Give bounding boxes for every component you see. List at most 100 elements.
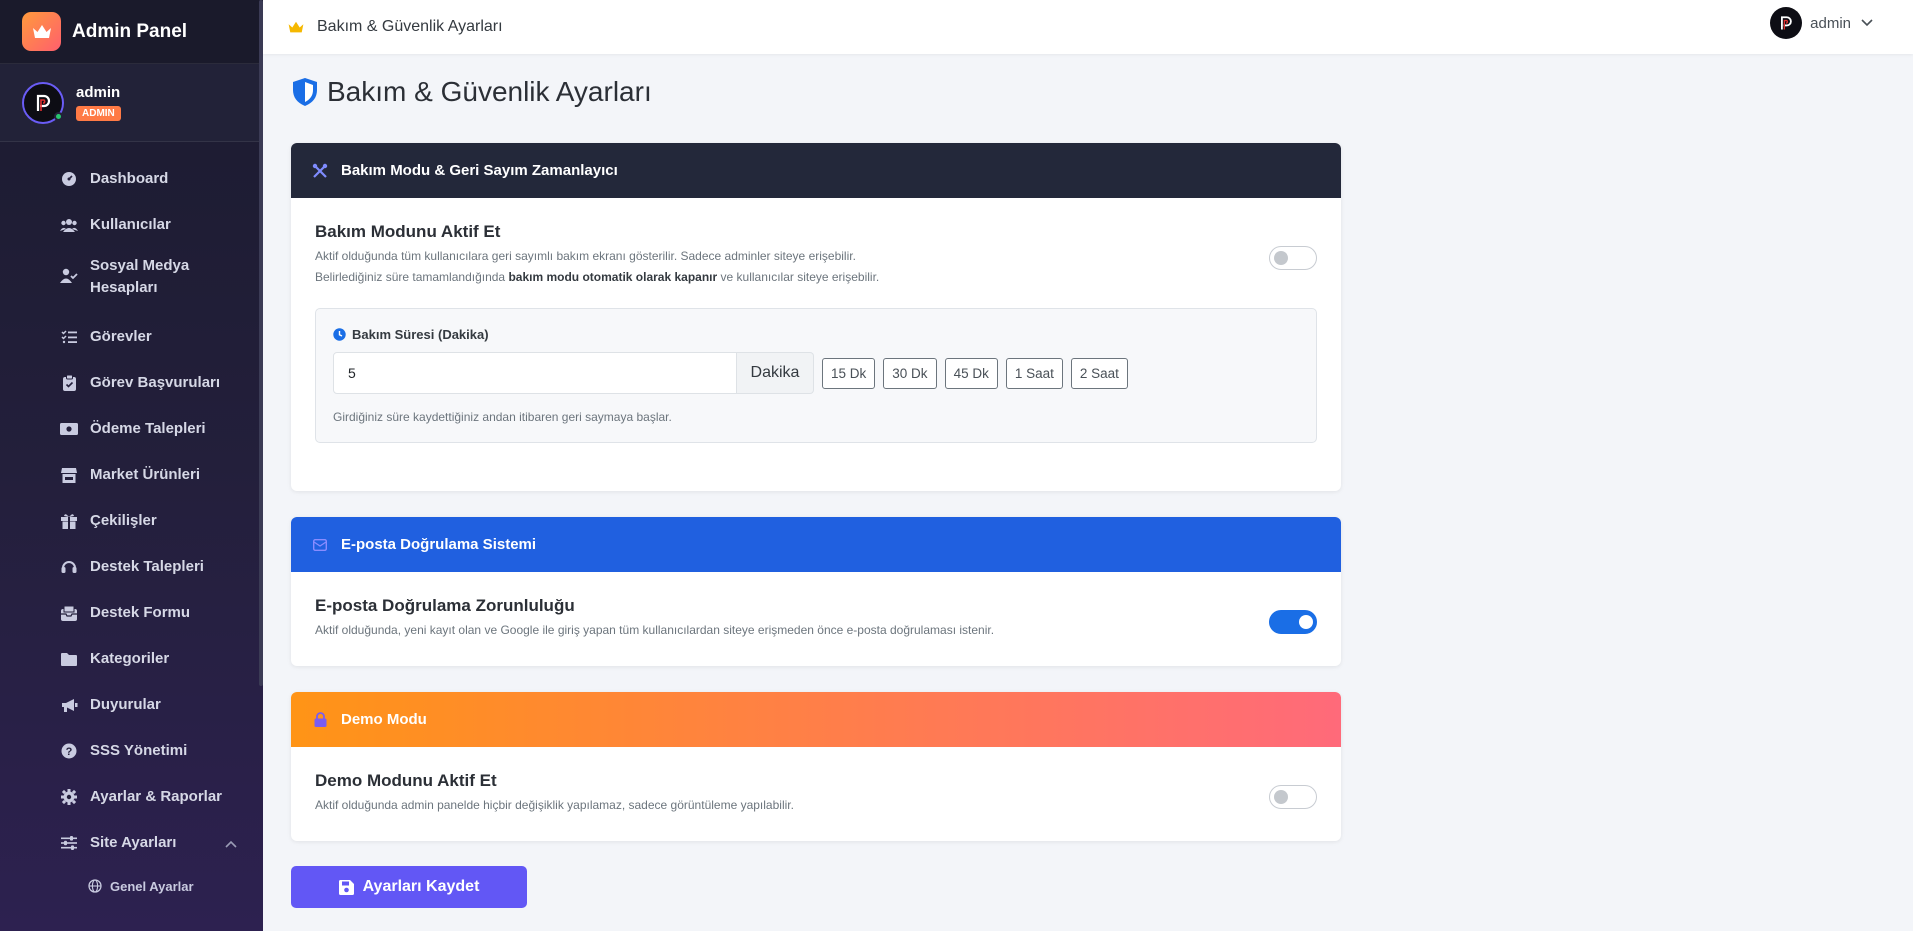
gift-icon: [60, 512, 78, 530]
page-title: Bakım & Güvenlik Ayarları: [291, 76, 652, 108]
email-verification-toggle[interactable]: [1269, 610, 1317, 634]
duration-label: Bakım Süresi (Dakika): [333, 327, 1299, 342]
main-content: Bakım & Güvenlik Ayarları Bakım Modu & G…: [263, 54, 1913, 931]
user-menu[interactable]: admin: [1770, 7, 1873, 39]
sidebar-subitem-general-settings[interactable]: Genel Ayarlar: [0, 866, 263, 906]
sidebar-item-label: Kullanıcılar: [90, 216, 171, 233]
dashboard-icon: [60, 170, 78, 188]
sidebar-item-dashboard[interactable]: Dashboard: [0, 156, 263, 202]
maintenance-card-title: Bakım Modu & Geri Sayım Zamanlayıcı: [341, 162, 618, 179]
duration-label-text: Bakım Süresi (Dakika): [352, 327, 489, 342]
tools-icon: [311, 163, 329, 179]
email-verification-setting-title: E-posta Doğrulama Zorunluluğu: [315, 596, 575, 615]
sliders-icon: [60, 834, 78, 852]
demo-mode-card-body: Demo Modunu Aktif Et Aktif olduğunda adm…: [291, 747, 1341, 836]
preset-button-60[interactable]: 1 Saat: [1005, 357, 1063, 389]
desc-text: ve kullanıcılar siteye erişebilir.: [717, 270, 880, 284]
user-check-icon: [60, 267, 78, 285]
sidebar-item-faq[interactable]: ? SSS Yönetimi: [0, 728, 263, 774]
sidebar-item-label: Kategoriler: [90, 650, 170, 667]
avatar[interactable]: [22, 81, 64, 124]
sidebar-item-categories[interactable]: Kategoriler: [0, 636, 263, 682]
chevron-up-icon: [225, 835, 237, 852]
preset-button-15[interactable]: 15 Dk: [822, 357, 876, 389]
maintenance-card: Bakım Modu & Geri Sayım Zamanlayıcı Bakı…: [291, 143, 1341, 491]
duration-unit: Dakika: [737, 352, 814, 394]
sidebar-nav: Dashboard Kullanıcılar Sosyal Medya Hesa…: [0, 142, 263, 906]
sidebar-item-label: Market Ürünleri: [90, 466, 201, 483]
sidebar-item-label: SSS Yönetimi: [90, 742, 188, 759]
sidebar-item-label: Görev Başvuruları: [90, 374, 221, 391]
maintenance-toggle[interactable]: [1269, 246, 1317, 270]
clock-icon: [333, 328, 346, 341]
demo-mode-card-title: Demo Modu: [341, 711, 427, 728]
demo-mode-toggle[interactable]: [1269, 785, 1317, 809]
online-indicator: [54, 111, 63, 121]
preset-button-45[interactable]: 45 Dk: [944, 357, 998, 389]
preset-button-30[interactable]: 30 Dk: [883, 357, 937, 389]
envelope-icon: [311, 538, 329, 551]
sidebar-item-label: Destek Formu: [90, 604, 191, 621]
sidebar-item-task-applications[interactable]: Görev Başvuruları: [0, 360, 263, 406]
money-icon: [60, 420, 78, 438]
email-verification-card-body: E-posta Doğrulama Zorunluluğu Aktif oldu…: [291, 572, 1341, 661]
email-verification-card-title: E-posta Doğrulama Sistemi: [341, 536, 537, 553]
desc-text: Belirlediğiniz süre tamamlandığında: [315, 270, 509, 284]
sidebar-item-announcements[interactable]: Duyurular: [0, 682, 263, 728]
toggle-knob: [1299, 615, 1313, 629]
sidebar-user-name: admin: [76, 84, 121, 101]
sidebar-item-settings-reports[interactable]: Ayarlar & Raporlar: [0, 774, 263, 820]
clipboard-icon: [60, 374, 78, 392]
svg-text:?: ?: [66, 746, 73, 758]
sidebar-item-social-accounts[interactable]: Sosyal Medya Hesapları: [0, 248, 263, 314]
sidebar-subitem-label: Genel Ayarlar: [110, 878, 194, 894]
desc-bold-text: bakım modu otomatik olarak kapanır: [508, 270, 718, 284]
brand[interactable]: Admin Panel: [0, 0, 263, 64]
sidebar-item-label: Dashboard: [90, 170, 169, 187]
email-verification-setting-desc: Aktif olduğunda, yeni kayıt olan ve Goog…: [315, 623, 995, 637]
duration-help: Girdiğiniz süre kaydettiğiniz andan itib…: [333, 410, 672, 424]
headset-icon: [60, 558, 78, 576]
sidebar-item-users[interactable]: Kullanıcılar: [0, 202, 263, 248]
sidebar-item-support-form[interactable]: Destek Formu: [0, 590, 263, 636]
sidebar-item-label: Çekilişler: [90, 512, 157, 529]
gear-icon: [60, 788, 78, 806]
role-badge: ADMIN: [76, 106, 121, 121]
maintenance-setting-title: Bakım Modunu Aktif Et: [315, 222, 501, 241]
duration-row: 5 Dakika 15 Dk 30 Dk 45 Dk 1 Saat 2 Saat: [333, 352, 1299, 394]
inbox-icon: [60, 604, 78, 622]
save-settings-label: Ayarları Kaydet: [362, 878, 480, 895]
lock-icon: [311, 712, 329, 727]
sidebar-item-giveaways[interactable]: Çekilişler: [0, 498, 263, 544]
sidebar-item-label: Site Ayarları: [90, 834, 177, 851]
demo-mode-setting-desc: Aktif olduğunda admin panelde hiçbir değ…: [315, 798, 794, 812]
maintenance-setting-desc: Aktif olduğunda tüm kullanıcılara geri s…: [315, 249, 856, 263]
topbar-title: Bakım & Güvenlik Ayarları: [317, 18, 503, 35]
topbar-user-name: admin: [1810, 14, 1851, 32]
sidebar-item-label: Görevler: [90, 328, 152, 345]
preset-button-120[interactable]: 2 Saat: [1070, 357, 1128, 389]
sidebar-item-label: Ayarlar & Raporlar: [90, 788, 222, 805]
demo-mode-setting-title: Demo Modunu Aktif Et: [315, 771, 497, 790]
tasks-icon: [60, 328, 78, 346]
sidebar-item-tasks[interactable]: Görevler: [0, 314, 263, 360]
duration-presets: 15 Dk 30 Dk 45 Dk 1 Saat 2 Saat: [814, 357, 1128, 389]
crown-icon: [22, 12, 61, 51]
sidebar: Admin Panel admin ADMIN Dashboard Kullan…: [0, 0, 263, 931]
chevron-down-icon: [1861, 19, 1873, 27]
globe-icon: [88, 879, 102, 893]
sidebar-item-label: Sosyal Medya Hesapları: [90, 257, 190, 296]
demo-mode-card-header: Demo Modu: [291, 692, 1341, 747]
sidebar-item-site-settings[interactable]: Site Ayarları: [0, 820, 263, 866]
save-settings-button[interactable]: Ayarları Kaydet: [291, 866, 527, 908]
duration-input[interactable]: 5: [333, 352, 737, 394]
sidebar-item-payment-requests[interactable]: Ödeme Talepleri: [0, 406, 263, 452]
sidebar-item-label: Destek Talepleri: [90, 558, 204, 575]
email-verification-card-header: E-posta Doğrulama Sistemi: [291, 517, 1341, 572]
toggle-knob: [1274, 251, 1288, 265]
demo-mode-card: Demo Modu Demo Modunu Aktif Et Aktif old…: [291, 692, 1341, 841]
sidebar-item-support-tickets[interactable]: Destek Talepleri: [0, 544, 263, 590]
sidebar-item-market-products[interactable]: Market Ürünleri: [0, 452, 263, 498]
duration-box: Bakım Süresi (Dakika) 5 Dakika 15 Dk 30 …: [315, 308, 1317, 443]
brand-title: Admin Panel: [72, 20, 188, 42]
